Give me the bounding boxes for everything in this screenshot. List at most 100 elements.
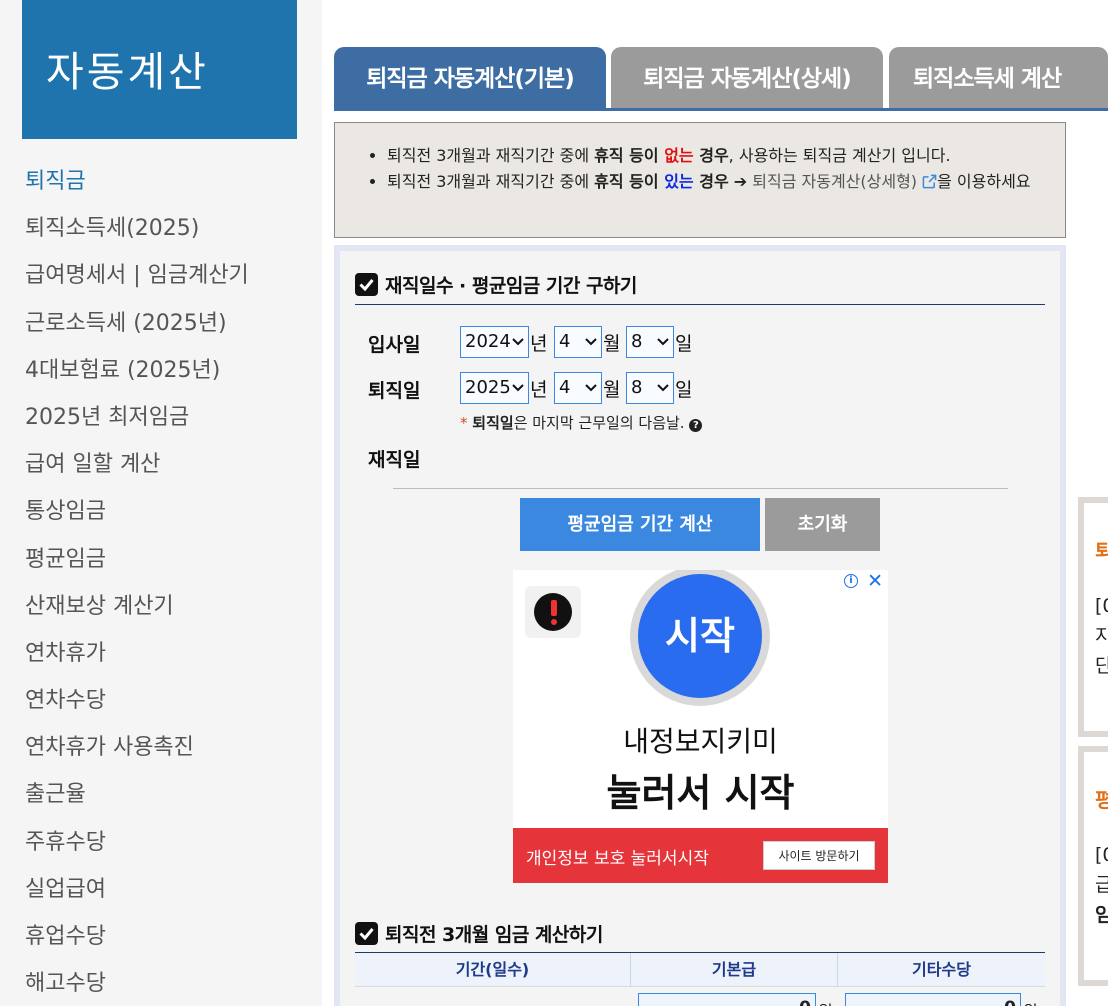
- column-period: 기간(일수): [355, 953, 631, 987]
- info-line-2: 퇴직전 3개월과 재직기간 중에 휴직 등이 있는 경우 ➔ 퇴직금 자동계산(…: [387, 169, 1055, 195]
- side-card-title: 퇴: [1095, 539, 1108, 563]
- ad-start-circle[interactable]: 시작: [630, 570, 770, 706]
- side-card-text: 급: [1095, 874, 1108, 896]
- unit-won: 원: [1023, 998, 1038, 1006]
- info-highlight-none: 없는: [664, 146, 694, 165]
- end-date-label: 퇴직일: [368, 380, 421, 402]
- info-bold: 휴직 등이: [594, 146, 665, 165]
- side-card-retirement[interactable]: 퇴 [0 지 단: [1078, 497, 1108, 737]
- side-card-average[interactable]: 평 [0 급 임: [1078, 746, 1108, 986]
- side-card-text: 임: [1095, 904, 1108, 926]
- tab-severance-detail[interactable]: 퇴직금 자동계산(상세): [611, 47, 883, 108]
- chevron-down-icon: [657, 384, 669, 392]
- help-icon[interactable]: ?: [689, 419, 703, 432]
- sidebar-item-industrial-accident[interactable]: 산재보상 계산기: [25, 583, 315, 630]
- end-month-select[interactable]: 4: [554, 372, 602, 404]
- ad-visit-button[interactable]: 사이트 방문하기: [763, 841, 875, 870]
- end-day-select[interactable]: 8: [626, 372, 674, 404]
- info-text: 퇴직전 3개월과 재직기간 중에: [387, 146, 595, 165]
- end-date-note: * 퇴직일은 마지막 근무일의 다음날. ?: [460, 412, 703, 433]
- start-day-select[interactable]: 8: [626, 326, 674, 358]
- other-allowance-input[interactable]: 0: [845, 993, 1021, 1006]
- side-card-text: 단: [1095, 655, 1108, 677]
- sidebar-item-weekly-holiday[interactable]: 주휴수당: [25, 819, 315, 866]
- info-highlight-exists: 있는: [664, 172, 694, 191]
- detail-calculator-link[interactable]: 퇴직금 자동계산(상세형): [747, 172, 922, 191]
- end-year-value: 2025: [465, 377, 511, 398]
- site-logo[interactable]: 자동계산: [22, 0, 297, 139]
- sidebar-item-retirement-tax[interactable]: 퇴직소득세(2025): [25, 205, 315, 252]
- basic-pay-input[interactable]: 0: [638, 993, 816, 1006]
- divider: [393, 488, 1008, 489]
- sidebar-item-dismissal[interactable]: 해고수당: [25, 960, 315, 1006]
- sidebar-item-leave-promotion[interactable]: 연차휴가 사용촉진: [25, 724, 315, 771]
- info-bold: 휴직 등이: [594, 172, 665, 191]
- end-year-select[interactable]: 2025: [460, 372, 529, 404]
- alert-point: [551, 619, 557, 625]
- unit-day: 일: [675, 333, 693, 355]
- sidebar-item-average-wage[interactable]: 평균임금: [25, 536, 315, 583]
- unit-year: 년: [530, 379, 548, 401]
- tenure-label: 재직일: [368, 449, 421, 471]
- advertisement[interactable]: i ✕ 시작 내정보지키미 눌러서 시작 개인정보 보호 눌러서시작 사이트 방…: [513, 570, 888, 883]
- reset-button[interactable]: 초기화: [765, 498, 880, 551]
- alert-icon: [525, 586, 581, 638]
- unit-won: 원: [818, 998, 833, 1006]
- sidebar: 자동계산 퇴직금 퇴직소득세(2025) 급여명세서 | 임금계산기 근로소득세…: [0, 0, 322, 1006]
- sidebar-item-ordinary-wage[interactable]: 통상임금: [25, 488, 315, 535]
- side-card-text: [0: [1095, 595, 1108, 617]
- ad-footer-text: 개인정보 보호 눌러서시작: [526, 849, 709, 869]
- section-wage-header: 퇴직전 3개월 임금 계산하기: [355, 913, 1045, 953]
- column-basic-pay: 기본급: [631, 953, 838, 987]
- table-row: 0 원 0 원: [355, 986, 1045, 1006]
- wage-table-header: 기간(일수) 기본급 기타수당: [355, 952, 1045, 987]
- calculator-panel-inner: 재직일수 · 평균임금 기간 구하기 입사일 2024 년 4 월 8 일 퇴직…: [340, 251, 1060, 1006]
- chevron-down-icon: [585, 338, 597, 346]
- unit-month: 월: [603, 379, 621, 401]
- sidebar-item-annual-leave[interactable]: 연차휴가: [25, 630, 315, 677]
- sidebar-item-daily-pay[interactable]: 급여 일할 계산: [25, 441, 315, 488]
- start-month-value: 4: [559, 331, 571, 352]
- info-line-1: 퇴직전 3개월과 재직기간 중에 휴직 등이 없는 경우, 사용하는 퇴직금 계…: [387, 143, 1055, 169]
- sidebar-item-leave-allowance[interactable]: 연차수당: [25, 677, 315, 724]
- info-text: 을 이용하세요: [937, 172, 1031, 191]
- sidebar-item-income-tax[interactable]: 근로소득세 (2025년): [25, 300, 315, 347]
- unit-year: 년: [530, 333, 548, 355]
- unit-month: 월: [603, 333, 621, 355]
- end-month-value: 4: [559, 377, 571, 398]
- checkbox-checked-icon[interactable]: [355, 921, 378, 945]
- info-text: , 사용하는 퇴직금 계산기 입니다.: [728, 146, 951, 165]
- ad-info-icon[interactable]: i: [844, 574, 858, 588]
- external-link-icon[interactable]: [922, 174, 937, 189]
- end-day-value: 8: [631, 377, 643, 398]
- section-tenure-title: 재직일수 · 평균임금 기간 구하기: [385, 275, 637, 297]
- alert-bar: [551, 600, 557, 616]
- ad-start-label[interactable]: 시작: [638, 574, 762, 698]
- ad-close-icon[interactable]: ✕: [867, 570, 883, 592]
- start-year-select[interactable]: 2024: [460, 326, 529, 358]
- sidebar-item-leave-of-absence[interactable]: 휴업수당: [25, 913, 315, 960]
- ad-subheadline: 눌러서 시작: [606, 771, 795, 815]
- checkbox-checked-icon[interactable]: [355, 273, 378, 296]
- sidebar-item-unemployment[interactable]: 실업급여: [25, 866, 315, 913]
- tab-retirement-tax[interactable]: 퇴직소득세 계산: [889, 47, 1108, 108]
- info-bold: 경우: [693, 172, 729, 191]
- sidebar-item-attendance[interactable]: 출근율: [25, 771, 315, 818]
- note-asterisk: *: [460, 414, 473, 432]
- ad-footer[interactable]: 개인정보 보호 눌러서시작 사이트 방문하기: [513, 828, 888, 883]
- sidebar-nav: 퇴직금 퇴직소득세(2025) 급여명세서 | 임금계산기 근로소득세 (202…: [25, 158, 315, 1006]
- page: 자동계산 퇴직금 퇴직소득세(2025) 급여명세서 | 임금계산기 근로소득세…: [0, 0, 1108, 1006]
- calculate-period-button[interactable]: 평균임금 기간 계산: [520, 498, 760, 551]
- start-month-select[interactable]: 4: [554, 326, 602, 358]
- start-year-value: 2024: [465, 331, 511, 352]
- sidebar-item-payslip[interactable]: 급여명세서 | 임금계산기: [25, 252, 315, 299]
- sidebar-item-insurance[interactable]: 4대보험료 (2025년): [25, 347, 315, 394]
- tab-severance-basic[interactable]: 퇴직금 자동계산(기본): [334, 47, 606, 108]
- info-bold: 경우: [693, 146, 729, 165]
- sidebar-item-minimum-wage[interactable]: 2025년 최저임금: [25, 394, 315, 441]
- chevron-down-icon: [657, 338, 669, 346]
- sidebar-item-severance[interactable]: 퇴직금: [25, 158, 315, 205]
- note-bold: 퇴직일: [472, 414, 514, 432]
- chevron-down-icon: [512, 384, 524, 392]
- chevron-down-icon: [512, 338, 524, 346]
